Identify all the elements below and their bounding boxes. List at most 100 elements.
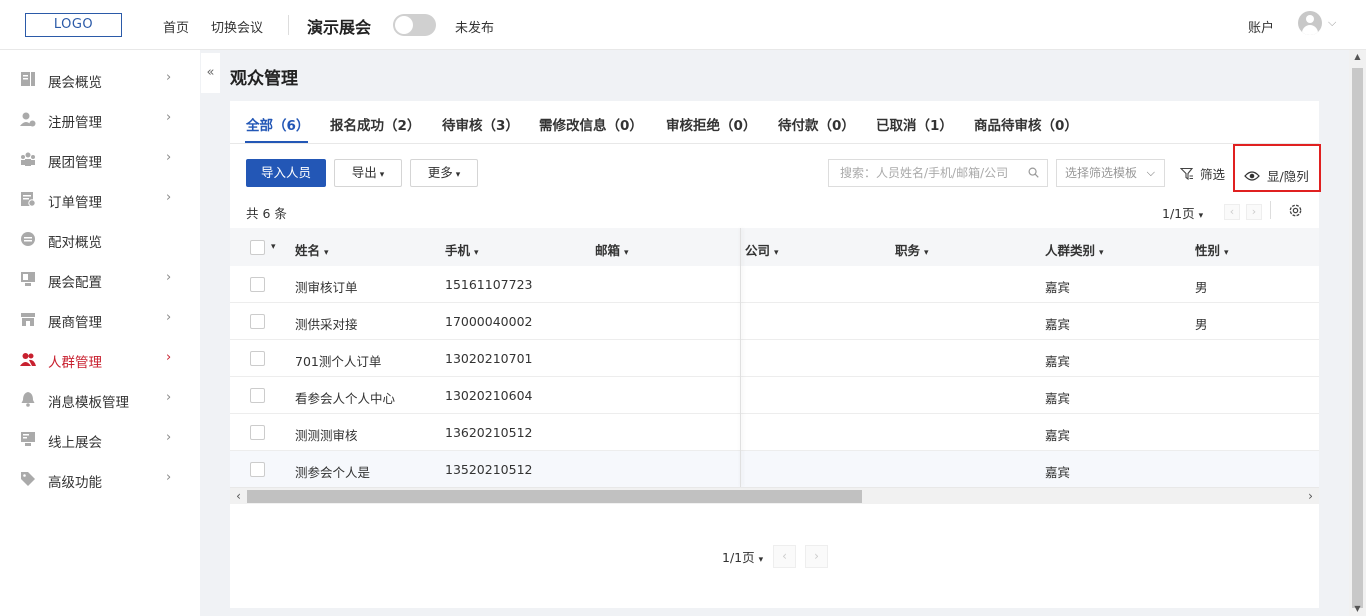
cell-category: 嘉宾 (1045, 317, 1071, 332)
prev-page-button[interactable]: ‹ (1224, 204, 1240, 220)
divider (1270, 201, 1271, 219)
sort-caret-icon: ▾ (474, 248, 479, 258)
sidebar-item-advanced[interactable]: 高级功能 › (0, 459, 200, 499)
cell-phone: 17000040002 (445, 314, 533, 329)
search-icon[interactable] (1028, 167, 1039, 178)
column-header-category[interactable]: 人群类别 ▾ (1045, 240, 1104, 259)
logo: LOGO (25, 13, 122, 37)
tab-cancelled[interactable]: 已取消（1） (876, 114, 953, 134)
nav-switch-meeting-link[interactable]: 切换会议 (211, 17, 263, 36)
avatar-icon[interactable] (1298, 11, 1322, 35)
nav-home-link[interactable]: 首页 (163, 17, 189, 36)
table-row[interactable]: 测参会个人是 13520210512 嘉宾 (230, 451, 1319, 488)
filter-template-select[interactable]: 选择筛选模板 ⌵ (1056, 159, 1165, 187)
table-row[interactable]: 测审核订单 15161107723 嘉宾 男 (230, 266, 1319, 303)
table-row[interactable]: 测测测审核 13620210512 嘉宾 (230, 414, 1319, 451)
column-header-company[interactable]: 公司 ▾ (745, 240, 779, 259)
tab-needs-edit[interactable]: 需修改信息（0） (539, 114, 643, 134)
chevron-down-icon[interactable]: ▾ (271, 242, 276, 252)
page-selector[interactable]: 1/1页 ▾ (1162, 203, 1203, 222)
toggle-knob (395, 16, 413, 34)
chevron-right-icon: › (166, 70, 172, 85)
row-checkbox[interactable] (250, 388, 265, 403)
chevron-right-icon: › (166, 190, 172, 205)
fixed-column-divider (740, 228, 741, 487)
column-header-gender[interactable]: 性别 ▾ (1195, 240, 1229, 259)
search-input[interactable]: 搜索：人员姓名/手机/邮箱/公司 (828, 159, 1048, 187)
row-checkbox[interactable] (250, 351, 265, 366)
filter-button[interactable]: 筛选 (1180, 164, 1225, 183)
sidebar-item-label: 展团管理 (48, 155, 102, 171)
order-icon (21, 192, 36, 207)
scroll-right-arrow[interactable]: › (1302, 488, 1319, 504)
sort-caret-icon: ▾ (624, 248, 629, 258)
column-header-email[interactable]: 邮箱 ▾ (595, 240, 629, 259)
sort-caret-icon: ▾ (924, 248, 929, 258)
next-page-button[interactable]: › (1246, 204, 1262, 220)
vertical-scrollbar[interactable]: ▲ ▼ (1349, 50, 1366, 616)
more-button[interactable]: 更多 ▾ (410, 159, 478, 187)
sidebar-item-label: 配对概览 (48, 235, 102, 251)
row-checkbox[interactable] (250, 425, 265, 440)
page-indicator: 1/1页 (1162, 206, 1195, 221)
chevron-down-icon: ▾ (455, 170, 461, 180)
select-all-checkbox[interactable] (250, 240, 265, 255)
tab-product-review[interactable]: 商品待审核（0） (974, 114, 1078, 134)
column-header-name[interactable]: 姓名 ▾ (295, 240, 329, 259)
sidebar-item-orders[interactable]: 订单管理 › (0, 179, 200, 219)
export-button[interactable]: 导出 ▾ (334, 159, 402, 187)
scroll-up-arrow[interactable]: ▲ (1349, 50, 1366, 64)
next-page-button-bottom[interactable]: › (805, 545, 828, 568)
page-selector-bottom[interactable]: 1/1页 ▾ (722, 547, 763, 566)
cell-name: 看参会人个人中心 (295, 391, 396, 406)
sidebar-item-matching[interactable]: 配对概览 (0, 219, 200, 259)
table-row[interactable]: 看参会人个人中心 13020210604 嘉宾 (230, 377, 1319, 414)
sidebar-item-registration[interactable]: 注册管理 › (0, 99, 200, 139)
sidebar-item-message-templates[interactable]: 消息模板管理 › (0, 379, 200, 419)
tab-pending-review[interactable]: 待审核（3） (442, 114, 519, 134)
sidebar-item-label: 订单管理 (48, 195, 102, 211)
publish-toggle[interactable] (393, 14, 436, 36)
chevron-down-icon: ⌵ (1146, 166, 1155, 179)
import-button[interactable]: 导入人员 (246, 159, 326, 187)
cell-phone: 13020210701 (445, 351, 533, 366)
chevron-down-icon[interactable]: ⌵ (1328, 16, 1336, 30)
row-checkbox[interactable] (250, 277, 265, 292)
column-header-phone[interactable]: 手机 ▾ (445, 240, 479, 259)
row-checkbox[interactable] (250, 462, 265, 477)
column-header-title[interactable]: 职务 ▾ (895, 240, 929, 259)
scroll-down-arrow[interactable]: ▼ (1349, 602, 1366, 616)
toggle-columns-button[interactable]: 显/隐列 (1233, 144, 1321, 192)
tab-pending-payment[interactable]: 待付款（0） (778, 114, 855, 134)
scrollbar-thumb[interactable] (247, 490, 862, 503)
sidebar-item-exhibitors[interactable]: 展商管理 › (0, 299, 200, 339)
gear-icon[interactable] (1287, 202, 1304, 219)
cell-category: 嘉宾 (1045, 280, 1071, 295)
sidebar-item-online-expo[interactable]: 线上展会 › (0, 419, 200, 459)
tab-rejected[interactable]: 审核拒绝（0） (666, 114, 756, 134)
sidebar-collapse-button[interactable]: « (201, 53, 220, 93)
sidebar-item-delegation[interactable]: 展团管理 › (0, 139, 200, 179)
chevron-right-icon: › (166, 150, 172, 165)
table-row[interactable]: 测供采对接 17000040002 嘉宾 男 (230, 303, 1319, 340)
cell-phone: 13520210512 (445, 462, 533, 477)
horizontal-scrollbar[interactable]: ‹ › (230, 487, 1319, 504)
cell-category: 嘉宾 (1045, 465, 1071, 480)
scrollbar-thumb[interactable] (1352, 68, 1363, 608)
expo-title: 演示展会 (307, 18, 372, 37)
account-link[interactable]: 账户 (1248, 17, 1274, 36)
page-title: 观众管理 (230, 69, 298, 89)
sidebar-item-expo-overview[interactable]: 展会概览 › (0, 59, 200, 99)
sidebar: 展会概览 › 注册管理 › 展团管理 › 订单管理 › 配对概览 展会配置 › … (0, 50, 200, 616)
sidebar-item-expo-config[interactable]: 展会配置 › (0, 259, 200, 299)
template-placeholder: 选择筛选模板 (1065, 166, 1138, 180)
prev-page-button-bottom[interactable]: ‹ (773, 545, 796, 568)
row-checkbox[interactable] (250, 314, 265, 329)
table-row[interactable]: 701测个人订单 13020210701 嘉宾 (230, 340, 1319, 377)
scroll-left-arrow[interactable]: ‹ (230, 488, 247, 504)
delegation-icon (21, 152, 35, 166)
tab-registered[interactable]: 报名成功（2） (330, 114, 420, 134)
cell-name: 测审核订单 (295, 280, 358, 295)
tab-all[interactable]: 全部（6） (246, 114, 309, 134)
sidebar-item-people[interactable]: 人群管理 › (0, 339, 200, 379)
